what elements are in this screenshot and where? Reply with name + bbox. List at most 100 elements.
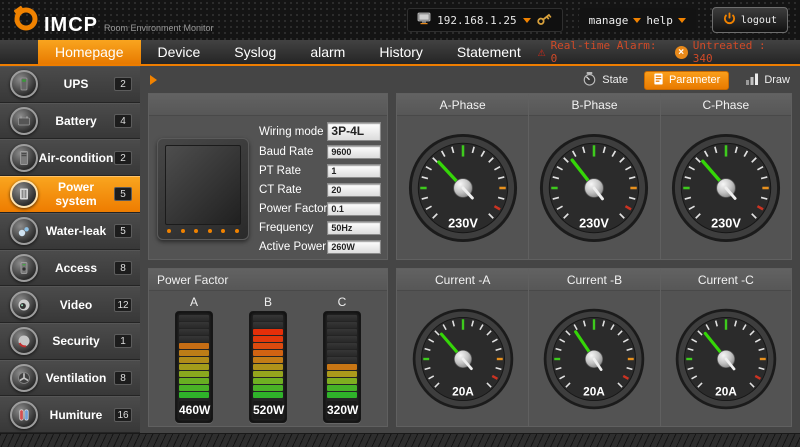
sidebar-item-humiture[interactable]: Humiture16	[0, 396, 140, 433]
power-bar-segment	[327, 322, 357, 328]
sidebar-item-label: Security	[38, 334, 114, 348]
device-leds	[165, 225, 241, 235]
nav-tab-device[interactable]: Device	[141, 40, 218, 64]
nav-tab-homepage[interactable]: Homepage	[38, 40, 141, 64]
realtime-alarm-text: Real-time Alarm: 0	[551, 39, 670, 65]
sidebar-item-battery[interactable]: Battery4	[0, 103, 140, 140]
sidebar-item-label: Air-condition	[38, 151, 114, 165]
setting-value-field[interactable]: 9600	[327, 145, 381, 159]
power-bar-segment	[253, 315, 283, 321]
power-bar-meter: 320W	[323, 311, 361, 423]
power-bar-meter: 520W	[249, 311, 287, 423]
power-bar-segment	[327, 364, 357, 370]
app-window: IMCP Room Environment Monitor 192.168.1.…	[0, 0, 800, 447]
alarm-status: ⚠ Real-time Alarm: 0 × Untreated : 340	[538, 40, 800, 64]
parameter-label: Parameter	[669, 74, 720, 86]
key-icon[interactable]	[534, 10, 555, 31]
sidebar-item-count: 4	[114, 114, 132, 128]
power-bar-segment	[179, 371, 209, 377]
power-bar-segment	[327, 343, 357, 349]
setting-label: CT Rate	[259, 184, 327, 196]
settings-rows: Wiring mode3P-4LBaud Rate9600PT Rate1CT …	[259, 122, 381, 255]
help-dropdown-icon[interactable]	[678, 18, 686, 23]
power-bar-segment	[253, 350, 283, 356]
sidebar-item-air-condition[interactable]: Air-condition2	[0, 139, 140, 176]
power-bar-segment	[327, 329, 357, 335]
power-bar-segment	[179, 392, 209, 398]
setting-value-field[interactable]: 50Hz	[327, 221, 381, 235]
sidebar-item-label: Humiture	[38, 408, 114, 422]
panel-grid: Wiring mode3P-4LBaud Rate9600PT Rate1CT …	[148, 93, 792, 427]
sidebar-item-count: 12	[114, 298, 132, 312]
meter-device-image	[157, 138, 249, 240]
current-gauges-panel: Current -A20ACurrent -B20ACurrent -C20A	[396, 268, 792, 427]
svg-text:230V: 230V	[711, 215, 741, 230]
nav-tab-statement[interactable]: Statement	[440, 40, 538, 64]
current-gauge: 20A	[529, 291, 659, 426]
sidebar-item-access[interactable]: Access8	[0, 250, 140, 287]
manage-menu[interactable]: manage	[589, 14, 629, 27]
content-area: State Parameter	[140, 66, 800, 433]
nav-tab-history[interactable]: History	[362, 40, 440, 64]
power-bar-segment	[253, 357, 283, 363]
battery-icon	[10, 107, 38, 135]
sidebar-item-security[interactable]: Security1	[0, 323, 140, 360]
power-bar-segment	[253, 343, 283, 349]
collapse-arrow-icon[interactable]	[150, 75, 157, 85]
ip-box[interactable]: 192.168.1.25	[407, 8, 562, 32]
settings-row: CT Rate20	[259, 182, 381, 198]
logout-button[interactable]: logout	[712, 7, 788, 33]
power-bar-segment	[179, 378, 209, 384]
draw-button[interactable]: Draw	[745, 72, 790, 88]
untreated-icon: ×	[675, 46, 688, 59]
settings-row: PT Rate1	[259, 163, 381, 179]
power-bar-segment	[253, 385, 283, 391]
parameter-button[interactable]: Parameter	[644, 71, 729, 90]
power-bar-segment	[179, 357, 209, 363]
power-bar-segment	[327, 392, 357, 398]
header-right: 192.168.1.25 manage help	[407, 7, 788, 33]
sidebar-item-power-system[interactable]: Power system5	[0, 176, 140, 213]
nav-tab-alarm[interactable]: alarm	[293, 40, 362, 64]
setting-value-field[interactable]: 3P-4L	[327, 122, 381, 141]
power-bar-segment	[179, 343, 209, 349]
sidebar-item-video[interactable]: Video12	[0, 286, 140, 323]
power-bar-segment	[327, 371, 357, 377]
humiture-icon	[10, 401, 38, 429]
nav-tab-syslog[interactable]: Syslog	[217, 40, 293, 64]
draw-label: Draw	[764, 74, 790, 86]
sidebar-item-ups[interactable]: UPS2	[0, 66, 140, 103]
setting-value-field[interactable]: 0.1	[327, 202, 381, 216]
power-bar-segment	[179, 350, 209, 356]
power-bar-segment	[179, 315, 209, 321]
phase-gauge: 230V	[529, 116, 659, 259]
power-bar-segment	[179, 336, 209, 342]
help-menu[interactable]: help	[646, 14, 673, 27]
current-column: Current -A20A	[397, 269, 528, 426]
setting-label: Power Factor	[259, 203, 327, 215]
power-bar-segment	[253, 371, 283, 377]
state-button[interactable]: State	[582, 71, 628, 89]
power-bar-segment	[253, 392, 283, 398]
power-bar-letter: C	[338, 295, 347, 309]
parameter-icon	[653, 73, 664, 88]
top-header: IMCP Room Environment Monitor 192.168.1.…	[0, 0, 800, 40]
settings-panel-header	[149, 94, 387, 116]
power-bar-segment	[253, 329, 283, 335]
setting-value-field[interactable]: 1	[327, 164, 381, 178]
setting-value-field[interactable]: 20	[327, 183, 381, 197]
power-bar-value: 520W	[253, 401, 283, 419]
setting-value-field[interactable]: 260W	[327, 240, 381, 254]
sidebar-item-ventilation[interactable]: Ventilation8	[0, 360, 140, 397]
power-factor-bars: A460WB520WC320W	[149, 291, 387, 426]
power-bar-segment	[179, 329, 209, 335]
setting-label: Wiring mode	[259, 126, 327, 138]
manage-dropdown-icon[interactable]	[633, 18, 641, 23]
ip-dropdown-icon[interactable]	[523, 18, 531, 23]
power-bar-c: C 320W	[323, 295, 361, 423]
power-bar-segments	[179, 315, 209, 398]
sidebar-item-water-leak[interactable]: Water-leak5	[0, 213, 140, 250]
power-bar-value: 460W	[179, 401, 209, 419]
sidebar-item-count: 1	[114, 334, 132, 348]
svg-text:230V: 230V	[580, 215, 610, 230]
